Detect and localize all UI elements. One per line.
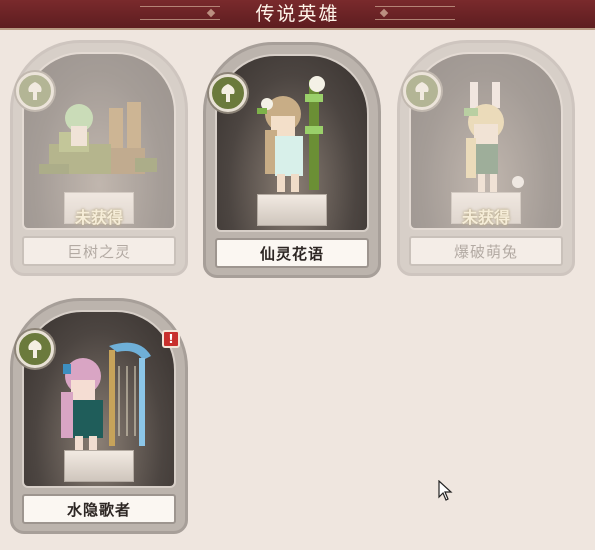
hero-sprite-water-singer bbox=[61, 342, 151, 450]
hero-name: 仙灵花语 bbox=[259, 244, 324, 263]
hero-card-fairy-flower[interactable]: 仙灵花语 bbox=[203, 42, 381, 278]
hero-sprite-fairy-flower bbox=[257, 76, 325, 192]
tree-emblem-icon bbox=[403, 72, 441, 110]
tree-emblem-icon bbox=[16, 72, 54, 110]
hero-sprite-blast-bunny bbox=[464, 82, 524, 192]
hero-card-water-singer[interactable]: ! 水隐歌者 bbox=[10, 298, 188, 534]
name-plate: 仙灵花语 bbox=[215, 238, 369, 268]
title-banner: 传说英雄 bbox=[0, 0, 595, 30]
name-plate: 水隐歌者 bbox=[22, 494, 176, 524]
hero-sprite-giant-tree bbox=[39, 102, 157, 174]
hero-name: 爆破萌兔 bbox=[453, 242, 518, 261]
tree-emblem-icon bbox=[16, 330, 54, 368]
page-title: 传说英雄 bbox=[255, 3, 340, 25]
hero-name: 水隐歌者 bbox=[66, 500, 131, 519]
mouse-cursor-icon bbox=[438, 480, 453, 501]
exclamation-icon: ! bbox=[162, 330, 180, 348]
hero-card-giant-tree[interactable]: 未获得 巨树之灵 bbox=[10, 40, 188, 276]
name-plate: 巨树之灵 bbox=[22, 236, 176, 266]
name-plate: 爆破萌兔 bbox=[409, 236, 563, 266]
hero-card-blast-bunny[interactable]: 未获得 爆破萌兔 bbox=[397, 40, 575, 276]
status-unobtained: 未获得 bbox=[74, 208, 123, 227]
hero-name: 巨树之灵 bbox=[66, 242, 131, 261]
tree-emblem-icon bbox=[209, 74, 247, 112]
status-unobtained: 未获得 bbox=[461, 208, 510, 227]
